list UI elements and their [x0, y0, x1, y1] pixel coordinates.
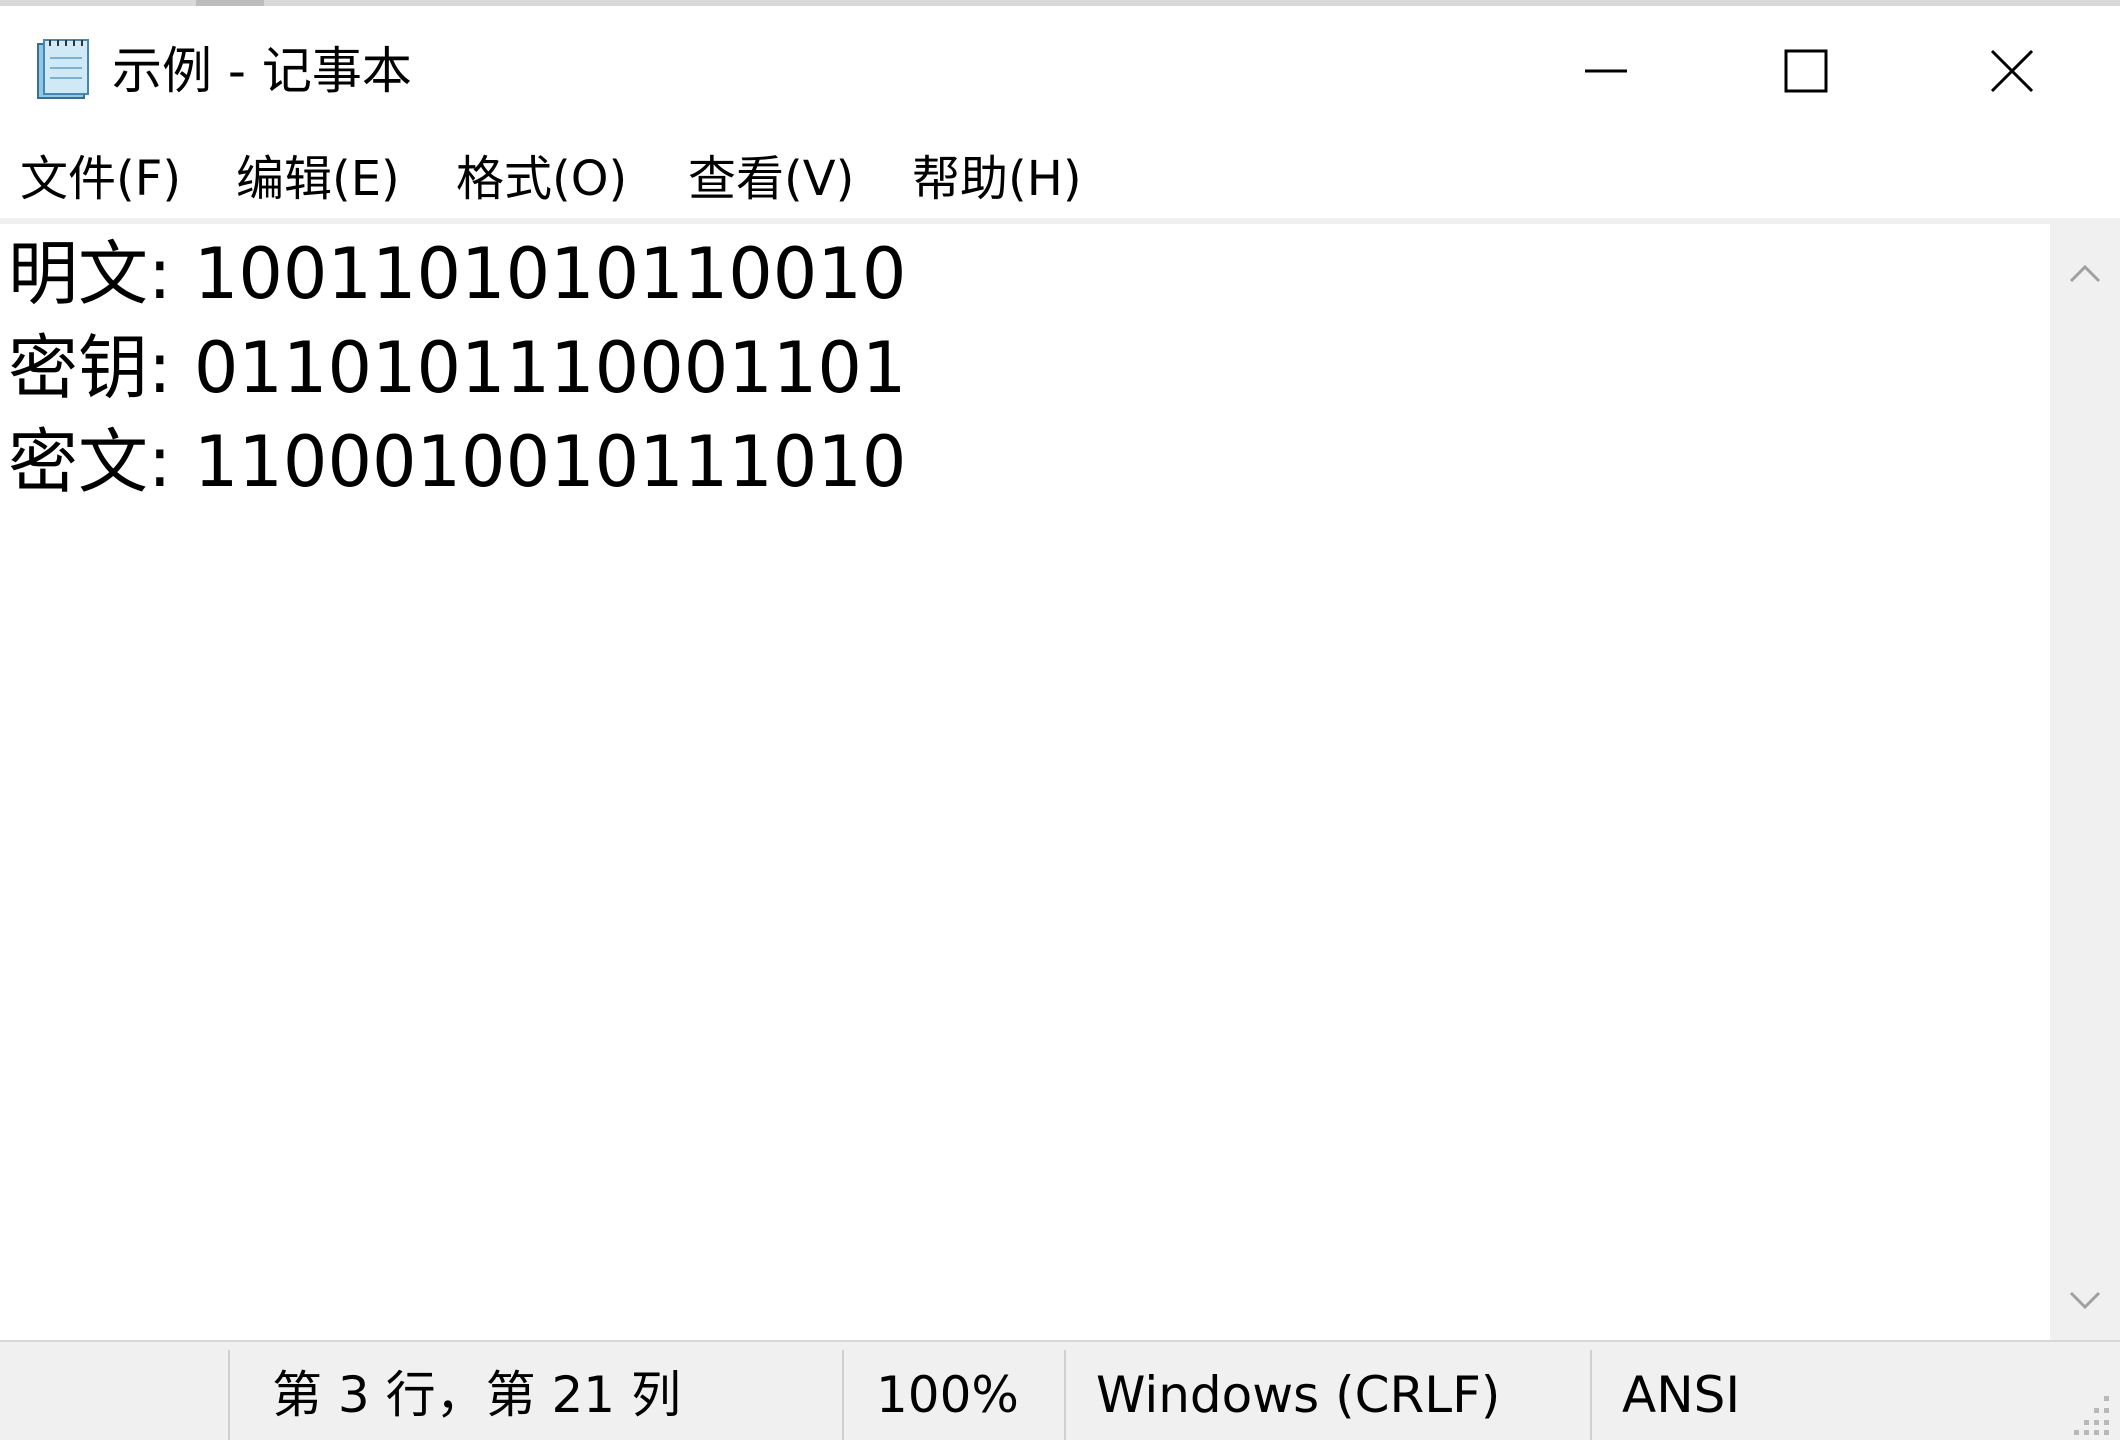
close-button[interactable] — [1912, 6, 2112, 136]
menu-view[interactable]: 查看(V) — [688, 146, 854, 212]
minimize-icon — [1585, 69, 1627, 73]
status-divider — [842, 1350, 844, 1440]
scroll-down-button[interactable] — [2050, 1266, 2120, 1336]
status-divider — [1590, 1350, 1592, 1440]
maximize-button[interactable] — [1706, 6, 1906, 136]
close-icon — [1990, 49, 2034, 93]
status-divider — [228, 1350, 230, 1440]
menu-edit[interactable]: 编辑(E) — [236, 146, 400, 212]
notepad-icon — [30, 36, 96, 102]
vertical-scrollbar[interactable] — [2050, 224, 2120, 1340]
scroll-up-button[interactable] — [2050, 238, 2120, 308]
editor-line-ciphertext: 密文: 1100010010111010 — [8, 421, 907, 503]
chevron-down-icon — [2069, 1291, 2101, 1310]
resize-grip-icon[interactable] — [2070, 1386, 2114, 1436]
menu-bar: 文件(F) 编辑(E) 格式(O) 查看(V) 帮助(H) — [0, 136, 2120, 222]
menu-format[interactable]: 格式(O) — [456, 146, 627, 212]
status-cursor-position: 第 3 行，第 21 列 — [272, 1366, 682, 1424]
window-title: 示例 - 记事本 — [112, 42, 412, 100]
notepad-window: 示例 - 记事本 文件(F) 编辑(E) 格式(O) 查看(V) 帮助(H) 明… — [0, 0, 2120, 1440]
title-bar[interactable]: 示例 - 记事本 — [0, 6, 2120, 136]
chevron-up-icon — [2069, 264, 2101, 283]
status-bar: 第 3 行，第 21 列 100% Windows (CRLF) ANSI — [0, 1340, 2120, 1440]
status-divider — [1064, 1350, 1066, 1440]
editor-line-key: 密钥: 0110101110001101 — [8, 327, 907, 409]
text-editor-area[interactable]: 明文: 1001101010110010 密钥: 011010111000110… — [0, 224, 2050, 1340]
status-encoding: ANSI — [1622, 1366, 1741, 1424]
status-zoom: 100% — [876, 1366, 1019, 1424]
maximize-icon — [1784, 49, 1828, 93]
status-line-ending: Windows (CRLF) — [1096, 1366, 1501, 1424]
minimize-button[interactable] — [1506, 6, 1706, 136]
menu-help[interactable]: 帮助(H) — [912, 146, 1082, 212]
menu-file[interactable]: 文件(F) — [20, 146, 181, 212]
editor-line-plaintext: 明文: 1001101010110010 — [8, 233, 907, 315]
